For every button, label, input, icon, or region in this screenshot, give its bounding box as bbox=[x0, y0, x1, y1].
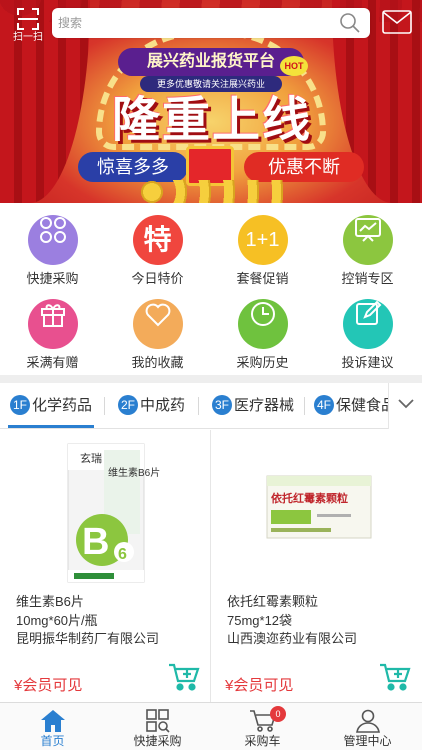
home-icon bbox=[40, 710, 65, 732]
heart-icon bbox=[132, 299, 183, 349]
product-spec: 75mg*12袋 bbox=[227, 613, 293, 628]
product-price: ¥会员可见 bbox=[225, 677, 294, 694]
product-manufacturer: 昆明振华制药厂有限公司 bbox=[16, 631, 160, 646]
nav-management-center[interactable]: 管理中心 bbox=[315, 703, 420, 750]
tab-label: 中成药 bbox=[140, 397, 186, 414]
nav-label: 采购车 bbox=[244, 734, 281, 748]
feedback-icon bbox=[342, 299, 393, 349]
nav-cart[interactable]: 0 采购车 bbox=[210, 703, 315, 750]
quick-menu-label: 控销专区 bbox=[341, 271, 394, 286]
add-to-cart-icon[interactable] bbox=[379, 662, 411, 692]
bottom-navigation: 首页 快捷采购 0 采购车 管理中心 bbox=[0, 702, 422, 750]
scan-button[interactable]: 扫一扫 bbox=[8, 8, 48, 44]
product-card[interactable]: 玄瑞 维生素B6片 B 6 维生素B6片 10mg*60片/瓶 昆明振华制药厂有… bbox=[0, 430, 211, 702]
quick-menu-label: 采满有赠 bbox=[26, 355, 79, 370]
cart-count-badge: 0 bbox=[270, 706, 286, 722]
box-title: 维生素B6片 bbox=[108, 466, 160, 479]
tab-medical-devices[interactable]: 3F 医疗器械 bbox=[212, 393, 294, 419]
product-name: 依托红霉素颗粒 bbox=[227, 594, 319, 609]
history-icon bbox=[237, 299, 288, 349]
clover-icon bbox=[27, 215, 78, 265]
tab-label: 化学药品 bbox=[32, 397, 93, 414]
quick-menu-control-sales[interactable]: 控销专区 bbox=[315, 203, 420, 287]
product-name: 维生素B6片 bbox=[16, 594, 84, 609]
quick-menu-feedback[interactable]: 投诉建议 bbox=[315, 287, 420, 371]
erythromycin-box-image: 依托红霉素颗粒 bbox=[266, 475, 372, 539]
nav-label: 管理中心 bbox=[343, 734, 392, 748]
tab-label: 保健食品 bbox=[336, 397, 397, 414]
nav-home[interactable]: 首页 bbox=[0, 703, 105, 750]
quick-menu-label: 快捷采购 bbox=[26, 271, 79, 286]
floor-badge: 1F bbox=[10, 395, 30, 415]
category-tabs: 1F 化学药品 2F 中成药 3F 医疗器械 4F 保健食品 bbox=[0, 383, 422, 429]
quick-menu-purchase-history[interactable]: 采购历史 bbox=[210, 287, 315, 371]
box-sub: 6 bbox=[118, 546, 127, 563]
banner-slogan: 隆重上线 bbox=[111, 94, 312, 147]
quick-menu-fast-purchase[interactable]: 快捷采购 bbox=[0, 203, 105, 287]
tab-health-food[interactable]: 4F 保健食品 bbox=[314, 393, 396, 419]
search-bar[interactable] bbox=[52, 8, 370, 38]
quick-menu-grid: 快捷采购 特 今日特价 1+1 套餐促销 控销专区 采满有赠 我的收藏 采购历史… bbox=[0, 203, 422, 373]
user-icon bbox=[355, 709, 380, 733]
product-list: 玄瑞 维生素B6片 B 6 维生素B6片 10mg*60片/瓶 昆明振华制药厂有… bbox=[0, 430, 422, 702]
section-divider bbox=[0, 375, 422, 383]
tab-separator bbox=[104, 397, 105, 415]
product-price: ¥会员可见 bbox=[14, 677, 83, 694]
quick-menu-label: 采购历史 bbox=[236, 355, 289, 370]
scan-icon bbox=[17, 8, 39, 30]
add-to-cart-icon[interactable] bbox=[168, 662, 200, 692]
active-tab-indicator bbox=[8, 425, 94, 428]
message-icon[interactable] bbox=[382, 10, 412, 34]
tab-separator bbox=[198, 397, 199, 415]
nav-label: 快捷采购 bbox=[133, 734, 182, 748]
quick-menu-label: 套餐促销 bbox=[236, 271, 289, 286]
nav-quick-purchase[interactable]: 快捷采购 bbox=[105, 703, 210, 750]
banner-pill-left: 惊喜多多 bbox=[78, 152, 188, 182]
box-letter: B bbox=[82, 521, 109, 563]
special-icon-text: 特 bbox=[143, 224, 172, 255]
chevron-down-icon bbox=[397, 399, 414, 409]
floor-badge: 3F bbox=[212, 395, 232, 415]
chart-board-icon bbox=[342, 215, 393, 265]
tab-chinese-medicine[interactable]: 2F 中成药 bbox=[118, 393, 185, 419]
search-input[interactable] bbox=[52, 8, 332, 38]
search-icon[interactable] bbox=[338, 11, 362, 35]
banner-platform-title: 展兴药业报货平台 bbox=[118, 48, 304, 76]
quick-menu-bundle-promo[interactable]: 1+1 套餐促销 bbox=[210, 203, 315, 287]
floor-badge: 2F bbox=[118, 395, 138, 415]
floor-badge: 4F bbox=[314, 395, 334, 415]
vitamin-b6-box-image: 玄瑞 维生素B6片 B 6 bbox=[67, 443, 160, 583]
product-manufacturer: 山西澳迩药业有限公司 bbox=[227, 631, 358, 646]
quick-menu-favorites[interactable]: 我的收藏 bbox=[105, 287, 210, 371]
quick-menu-gift-bonus[interactable]: 采满有赠 bbox=[0, 287, 105, 371]
special-price-icon: 特 bbox=[132, 215, 183, 265]
gift-icon bbox=[27, 299, 78, 349]
quick-purchase-icon bbox=[145, 709, 170, 733]
tab-chemical-drugs[interactable]: 1F 化学药品 bbox=[10, 393, 92, 419]
product-spec: 10mg*60片/瓶 bbox=[16, 613, 98, 628]
box-brand: 玄瑞 bbox=[80, 451, 102, 465]
product-card[interactable]: 依托红霉素颗粒 依托红霉素颗粒 75mg*12袋 山西澳迩药业有限公司 ¥会员可… bbox=[211, 430, 422, 702]
tab-separator bbox=[304, 397, 305, 415]
scan-label: 扫一扫 bbox=[13, 32, 43, 43]
coins-graphic bbox=[140, 180, 290, 203]
bundle-icon-text: 1+1 bbox=[245, 229, 280, 251]
hot-badge: HOT bbox=[280, 56, 308, 76]
quick-menu-today-special[interactable]: 特 今日特价 bbox=[105, 203, 210, 287]
banner-platform-subtitle: 更多优惠敬请关注展兴药业 bbox=[140, 76, 282, 92]
tab-expand-button[interactable] bbox=[388, 383, 422, 429]
quick-menu-label: 今日特价 bbox=[131, 271, 184, 286]
banner-pill-right: 优惠不断 bbox=[244, 152, 364, 182]
nav-label: 首页 bbox=[40, 734, 65, 748]
quick-menu-label: 我的收藏 bbox=[131, 355, 184, 370]
bundle-icon: 1+1 bbox=[237, 215, 288, 265]
tab-label: 医疗器械 bbox=[234, 397, 295, 414]
quick-menu-label: 投诉建议 bbox=[341, 355, 394, 370]
box-title: 依托红霉素颗粒 bbox=[271, 491, 348, 505]
